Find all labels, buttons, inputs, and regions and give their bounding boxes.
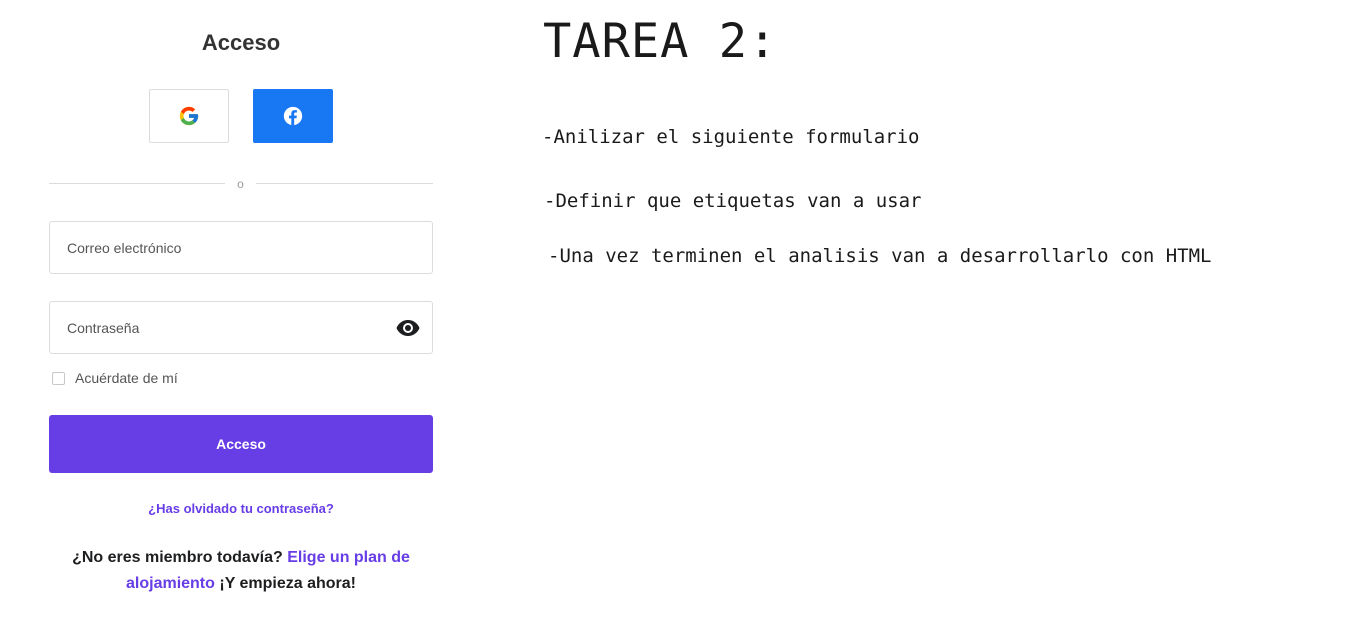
task-title: TAREA 2:: [543, 14, 778, 69]
task-instruction: -Definir que etiquetas van a usar: [544, 190, 922, 212]
task-instruction: -Una vez terminen el analisis van a desa…: [548, 245, 1212, 267]
login-submit-button[interactable]: Acceso: [49, 415, 433, 473]
task-instruction: -Anilizar el siguiente formulario: [542, 126, 920, 148]
divider-line-left: [49, 183, 225, 184]
signup-suffix: ¡Y empieza ahora!: [219, 575, 356, 592]
email-field-wrapper: [49, 221, 433, 274]
remember-checkbox[interactable]: [52, 371, 65, 385]
eye-icon[interactable]: [395, 318, 421, 338]
divider-line-right: [256, 183, 433, 184]
forgot-password-link[interactable]: ¿Has olvidado tu contraseña?: [49, 501, 433, 516]
remember-label: Acuérdate de mí: [75, 370, 178, 386]
email-field[interactable]: [50, 222, 387, 273]
password-field-wrapper: [49, 301, 433, 354]
signup-prefix: ¿No eres miembro todavía?: [72, 549, 283, 566]
password-field[interactable]: [50, 302, 387, 353]
google-login-button[interactable]: [149, 89, 229, 143]
signup-prompt: ¿No eres miembro todavía? Elige un plan …: [49, 545, 433, 597]
facebook-login-button[interactable]: [253, 89, 333, 143]
hosting-plan-link-part2[interactable]: alojamiento: [126, 575, 215, 592]
facebook-icon: [283, 106, 303, 126]
divider-text: o: [237, 177, 244, 191]
google-icon: [179, 106, 199, 126]
or-divider: o: [49, 176, 433, 192]
remember-me[interactable]: Acuérdate de mí: [52, 370, 178, 386]
login-title: Acceso: [201, 30, 281, 55]
hosting-plan-link-part1[interactable]: Elige un plan de: [287, 549, 410, 566]
